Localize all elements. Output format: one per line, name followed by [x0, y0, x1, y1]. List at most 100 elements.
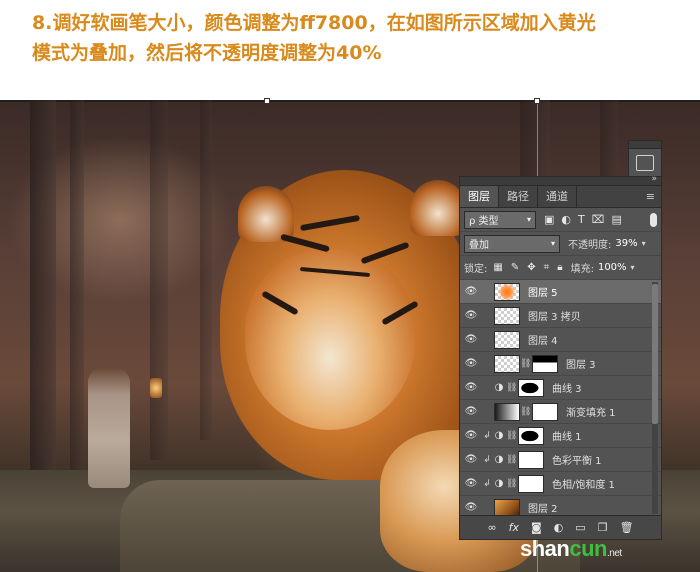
link-icon: ⛓︎: [506, 430, 518, 441]
tree-trunk: [200, 100, 212, 440]
girl-figure: [88, 368, 130, 488]
opacity-chevron-icon[interactable]: ▾: [642, 239, 646, 248]
layer-name[interactable]: 色彩平衡 1: [552, 452, 602, 467]
eye-icon[interactable]: 👁︎: [460, 430, 482, 441]
canvas-border: [0, 100, 700, 102]
add-mask-icon[interactable]: ◙: [531, 521, 542, 534]
layer-kind-label: ρ 类型: [469, 216, 499, 227]
layer-row[interactable]: 👁︎ 图层 3 拷贝: [460, 304, 661, 328]
lock-all-icon[interactable]: 🔒︎: [557, 262, 562, 273]
watermark-text-white: shan: [520, 536, 570, 561]
layer-mask-thumbnail[interactable]: [532, 354, 558, 373]
tab-channels[interactable]: 通道: [538, 186, 577, 207]
lock-image-icon[interactable]: ✎: [511, 262, 519, 273]
eye-icon[interactable]: 👁︎: [460, 334, 482, 345]
layer-name[interactable]: 色相/饱和度 1: [552, 476, 615, 491]
chevron-down-icon: ▾: [550, 239, 555, 248]
watermark-suffix: .net: [606, 548, 622, 559]
fill-chevron-icon[interactable]: ▾: [631, 263, 635, 272]
layer-row[interactable]: 👁︎ ◑ ⛓︎ 曲线 3: [460, 376, 661, 400]
collapsed-panel-bar[interactable]: [629, 141, 661, 149]
layer-row[interactable]: 👁︎ ↲ ◑ ⛓︎ 曲线 1: [460, 424, 661, 448]
layer-mask-thumbnail[interactable]: [518, 426, 544, 445]
lock-position-icon[interactable]: ✥: [527, 262, 535, 273]
tree-trunk: [30, 100, 56, 480]
tiger-face: [245, 250, 415, 430]
layer-thumbnail[interactable]: [494, 306, 520, 325]
eye-icon[interactable]: 👁︎: [460, 454, 482, 465]
pixel-filter-icon[interactable]: ▣: [544, 213, 554, 226]
tab-layers[interactable]: 图层: [460, 186, 499, 207]
blend-mode-select[interactable]: 叠加 ▾: [464, 234, 560, 253]
layer-row[interactable]: 👁︎ ⛓︎ 图层 3: [460, 352, 661, 376]
eye-icon[interactable]: 👁︎: [460, 310, 482, 321]
layer-row[interactable]: 👁︎ ↲ ◑ ⛓︎ 色相/饱和度 1: [460, 472, 661, 496]
layer-name[interactable]: 图层 2: [528, 500, 558, 515]
eye-icon[interactable]: 👁︎: [460, 478, 482, 489]
layer-thumbnail[interactable]: [494, 330, 520, 349]
opacity-label: 不透明度:: [568, 240, 612, 251]
eye-icon[interactable]: 👁︎: [460, 406, 482, 417]
layer-name[interactable]: 曲线 3: [552, 380, 582, 395]
transform-handle[interactable]: [534, 98, 540, 104]
hue-saturation-adjustment-icon: ◑: [494, 478, 504, 489]
clip-arrow-icon: ↲: [483, 478, 491, 489]
layer-row[interactable]: 👁︎ 图层 4: [460, 328, 661, 352]
filter-toggle[interactable]: [650, 212, 657, 227]
panel-icon[interactable]: [636, 155, 654, 171]
opacity-input[interactable]: 39%: [615, 238, 637, 249]
tree-trunk: [150, 100, 168, 460]
layer-thumbnail[interactable]: [494, 282, 520, 301]
panel-titlebar[interactable]: »: [460, 174, 661, 186]
tab-paths[interactable]: 路径: [499, 186, 538, 207]
lock-transparency-icon[interactable]: ▦: [493, 262, 502, 273]
new-adjustment-icon[interactable]: ◐: [554, 521, 564, 534]
layer-kind-select[interactable]: ρ 类型 ▾: [464, 210, 536, 229]
lock-artboard-icon[interactable]: ⌗: [544, 262, 550, 273]
layer-name[interactable]: 图层 4: [528, 332, 558, 347]
layer-name[interactable]: 图层 5: [528, 284, 558, 299]
layer-name[interactable]: 曲线 1: [552, 428, 582, 443]
eye-icon[interactable]: 👁︎: [460, 382, 482, 393]
layer-name[interactable]: 图层 3: [566, 356, 596, 371]
layer-thumbnail[interactable]: [494, 402, 520, 421]
adjustment-filter-icon[interactable]: ◐: [561, 213, 571, 226]
eye-icon[interactable]: 👁︎: [460, 502, 482, 513]
link-icon: ⛓︎: [520, 406, 532, 417]
trash-icon[interactable]: 🗑︎: [620, 521, 634, 534]
layer-mask-thumbnail[interactable]: [532, 402, 558, 421]
scrollbar-thumb[interactable]: [652, 284, 658, 424]
chevron-down-icon: ▾: [526, 215, 531, 224]
tiger-ear: [238, 186, 294, 242]
layer-row[interactable]: 👁︎ ⛓︎ 渐变填充 1: [460, 400, 661, 424]
new-layer-icon[interactable]: ❐: [598, 521, 608, 534]
layer-mask-thumbnail[interactable]: [518, 474, 544, 493]
smart-object-filter-icon[interactable]: ▤: [611, 213, 621, 226]
layer-row[interactable]: 👁︎ ↲ ◑ ⛓︎ 色彩平衡 1: [460, 448, 661, 472]
type-filter-icon[interactable]: T: [578, 213, 585, 226]
layer-row[interactable]: 👁︎ 图层 5: [460, 280, 661, 304]
layer-mask-thumbnail[interactable]: [518, 378, 544, 397]
layer-name[interactable]: 渐变填充 1: [566, 404, 616, 419]
collapse-icon[interactable]: »: [651, 174, 657, 184]
fill-label: 填充:: [570, 264, 594, 275]
panel-menu-icon[interactable]: ≡: [646, 190, 655, 203]
link-layers-icon[interactable]: ∞: [487, 521, 496, 534]
shape-filter-icon[interactable]: ⌧: [592, 213, 605, 226]
transform-handle[interactable]: [264, 98, 270, 104]
layer-mask-thumbnail[interactable]: [518, 450, 544, 469]
layer-thumbnail[interactable]: [494, 354, 520, 373]
instruction-line-1: 8.调好软画笔大小，颜色调整为ff7800，在如图所示区域加入黄光: [32, 12, 596, 34]
layer-thumbnail[interactable]: [494, 498, 520, 517]
lock-row: 锁定: ▦ ✎ ✥ ⌗ 🔒︎ 填充: 100% ▾: [460, 256, 661, 280]
fill-input[interactable]: 100%: [598, 262, 627, 273]
new-group-icon[interactable]: ▭: [575, 521, 585, 534]
layer-name[interactable]: 图层 3 拷贝: [528, 308, 581, 323]
eye-icon[interactable]: 👁︎: [460, 358, 482, 369]
link-icon: ⛓︎: [506, 382, 518, 393]
eye-icon[interactable]: 👁︎: [460, 286, 482, 297]
fx-icon[interactable]: fx: [509, 521, 519, 534]
layers-panel: » 图层 路径 通道 ≡ ρ 类型 ▾ ▣ ◐ T ⌧ ▤ 叠加 ▾ 不透明度:…: [459, 174, 662, 540]
color-balance-adjustment-icon: ◑: [494, 454, 504, 465]
curves-adjustment-icon: ◑: [494, 382, 504, 393]
